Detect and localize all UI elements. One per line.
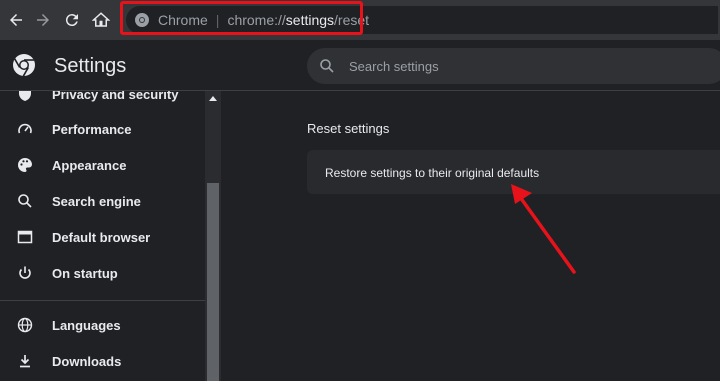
sidebar-divider bbox=[0, 300, 205, 301]
scroll-up-arrow-icon[interactable] bbox=[209, 96, 217, 101]
sidebar-item-performance[interactable]: Performance bbox=[0, 113, 205, 145]
sidebar-item-label: On startup bbox=[52, 265, 118, 281]
reload-button[interactable] bbox=[58, 6, 86, 34]
sidebar-item-default-browser[interactable]: Default browser bbox=[0, 221, 205, 253]
sidebar-item-label: Appearance bbox=[52, 157, 127, 173]
sidebar-item-label: Search engine bbox=[52, 193, 141, 209]
reload-icon bbox=[65, 14, 78, 27]
sidebar-item-label: Default browser bbox=[52, 229, 151, 245]
home-button[interactable] bbox=[87, 6, 115, 34]
sidebar-item-label: Performance bbox=[52, 121, 132, 137]
search-input[interactable] bbox=[347, 57, 651, 75]
scrollbar-thumb[interactable] bbox=[207, 183, 219, 381]
globe-icon bbox=[16, 316, 34, 334]
url-text: chrome://settings/reset bbox=[227, 12, 369, 28]
url-suffix: /reset bbox=[334, 12, 370, 28]
forward-button[interactable] bbox=[29, 6, 57, 34]
url-scheme: chrome:// bbox=[227, 12, 286, 28]
address-bar[interactable]: Chrome | chrome://settings/reset bbox=[126, 6, 718, 34]
section-title: Reset settings bbox=[307, 121, 390, 136]
sidebar-item-label: Privacy and security bbox=[52, 91, 179, 102]
browser-window-icon bbox=[16, 228, 34, 246]
url-path-highlight: settings bbox=[285, 12, 335, 28]
palette-icon bbox=[16, 156, 34, 174]
sidebar-item-privacy[interactable]: Privacy and security bbox=[0, 91, 205, 110]
settings-header: Settings bbox=[0, 40, 720, 91]
sidebar-item-downloads[interactable]: Downloads bbox=[0, 345, 205, 377]
browser-toolbar: Chrome | chrome://settings/reset bbox=[0, 0, 720, 40]
arrow-right-icon bbox=[37, 14, 49, 26]
home-icon bbox=[92, 12, 110, 27]
speedometer-icon bbox=[16, 120, 34, 138]
search-box[interactable] bbox=[307, 48, 720, 84]
settings-main: Reset settings Restore settings to their… bbox=[221, 91, 720, 381]
download-icon bbox=[16, 352, 34, 370]
settings-sidebar: Privacy and security Performance Appeara… bbox=[0, 91, 205, 381]
back-button[interactable] bbox=[2, 6, 30, 34]
search-icon bbox=[320, 59, 334, 73]
sidebar-scrollbar[interactable] bbox=[205, 91, 221, 381]
shield-icon bbox=[16, 91, 34, 103]
site-name: Chrome bbox=[158, 12, 208, 28]
chrome-icon bbox=[135, 13, 149, 27]
sidebar-item-label: Downloads bbox=[52, 353, 122, 369]
sidebar-item-appearance[interactable]: Appearance bbox=[0, 149, 205, 181]
omnibox-separator: | bbox=[215, 12, 220, 28]
sidebar-item-search-engine[interactable]: Search engine bbox=[0, 185, 205, 217]
arrow-left-icon bbox=[10, 14, 22, 26]
sidebar-item-label: Languages bbox=[52, 317, 121, 333]
sidebar-item-on-startup[interactable]: On startup bbox=[0, 257, 205, 289]
search-icon bbox=[16, 192, 34, 210]
page-title: Settings bbox=[54, 55, 127, 77]
restore-defaults-row[interactable]: Restore settings to their original defau… bbox=[307, 150, 720, 194]
chrome-logo-icon bbox=[13, 54, 35, 77]
power-icon bbox=[16, 264, 34, 282]
restore-defaults-label: Restore settings to their original defau… bbox=[325, 166, 540, 180]
sidebar-item-languages[interactable]: Languages bbox=[0, 309, 205, 341]
